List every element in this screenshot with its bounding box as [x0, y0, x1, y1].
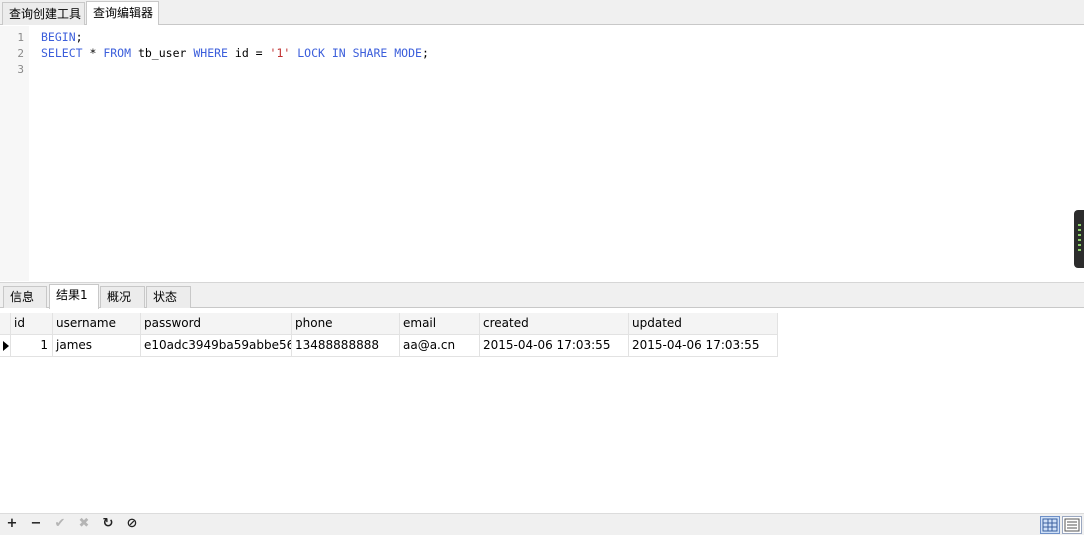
- add-record-icon[interactable]: +: [4, 516, 20, 532]
- sql-editor[interactable]: 1 2 3 BEGIN; SELECT * FROM tb_user WHERE…: [0, 26, 1084, 281]
- tab-query-editor[interactable]: 查询编辑器: [86, 1, 159, 25]
- refresh-icon[interactable]: ↻: [100, 516, 116, 532]
- code-line-2: SELECT * FROM tb_user WHERE id = '1' LOC…: [41, 46, 429, 60]
- cell-email[interactable]: aa@a.cn: [400, 335, 480, 357]
- line-number: 2: [17, 47, 24, 60]
- row-marker[interactable]: [0, 335, 11, 357]
- sql-keyword: IN: [331, 46, 346, 60]
- query-tab-bar: 查询创建工具 查询编辑器: [0, 0, 1084, 25]
- tab-query-builder[interactable]: 查询创建工具: [2, 2, 85, 25]
- cell-updated[interactable]: 2015-04-06 17:03:55: [629, 335, 778, 357]
- tab-result1[interactable]: 结果1: [49, 284, 99, 309]
- delete-record-icon[interactable]: −: [28, 516, 44, 532]
- form-view-button[interactable]: [1062, 516, 1082, 534]
- apply-changes-icon[interactable]: ✔: [52, 516, 68, 532]
- column-header-updated[interactable]: updated: [629, 313, 778, 335]
- column-header-phone[interactable]: phone: [292, 313, 400, 335]
- sql-keyword: MODE: [394, 46, 422, 60]
- stop-icon[interactable]: ⊘: [124, 516, 140, 532]
- sql-keyword: FROM: [103, 46, 132, 60]
- column-header-created[interactable]: created: [480, 313, 629, 335]
- current-row-arrow-icon: [3, 341, 9, 351]
- sql-keyword: SELECT: [41, 46, 83, 60]
- sql-keyword: SHARE: [352, 46, 388, 60]
- sql-text: id =: [227, 46, 270, 60]
- column-header-username[interactable]: username: [53, 313, 141, 335]
- sql-keyword: BEGIN: [41, 30, 76, 44]
- cell-id[interactable]: 1: [11, 335, 53, 357]
- grid-toolbar: + − ✔ ✖ ↻ ⊘: [0, 513, 1084, 535]
- sql-keyword: WHERE: [193, 46, 228, 60]
- sql-keyword: LOCK: [297, 46, 325, 60]
- result-tab-bar: 信息 结果1 概况 状态: [0, 282, 1084, 309]
- line-number: 1: [17, 31, 24, 44]
- sql-text: *: [82, 46, 104, 60]
- sql-text: ;: [75, 30, 83, 44]
- sql-text: tb_user: [131, 46, 194, 60]
- cell-username[interactable]: james: [53, 335, 141, 357]
- line-number: 3: [17, 63, 24, 76]
- row-marker-header: [0, 313, 11, 335]
- column-header-email[interactable]: email: [400, 313, 480, 335]
- tab-status[interactable]: 状态: [146, 286, 191, 308]
- column-header-id[interactable]: id: [11, 313, 53, 335]
- cell-phone[interactable]: 13488888888: [292, 335, 400, 357]
- grid-view-icon: [1042, 518, 1058, 532]
- side-panel-handle[interactable]: [1074, 210, 1084, 268]
- tab-info[interactable]: 信息: [3, 286, 47, 308]
- tab-overview[interactable]: 概况: [100, 286, 145, 308]
- code-line-1: BEGIN;: [41, 30, 83, 44]
- discard-changes-icon[interactable]: ✖: [76, 516, 92, 532]
- sql-text: ;: [421, 46, 429, 60]
- grid-view-button[interactable]: [1040, 516, 1060, 534]
- line-number-gutter: 1 2 3: [0, 26, 29, 281]
- form-view-icon: [1064, 518, 1080, 532]
- sql-string: '1': [269, 46, 291, 60]
- column-header-password[interactable]: password: [141, 313, 292, 335]
- cell-password[interactable]: e10adc3949ba59abbe56e057f20f883e: [141, 335, 292, 357]
- cell-created[interactable]: 2015-04-06 17:03:55: [480, 335, 629, 357]
